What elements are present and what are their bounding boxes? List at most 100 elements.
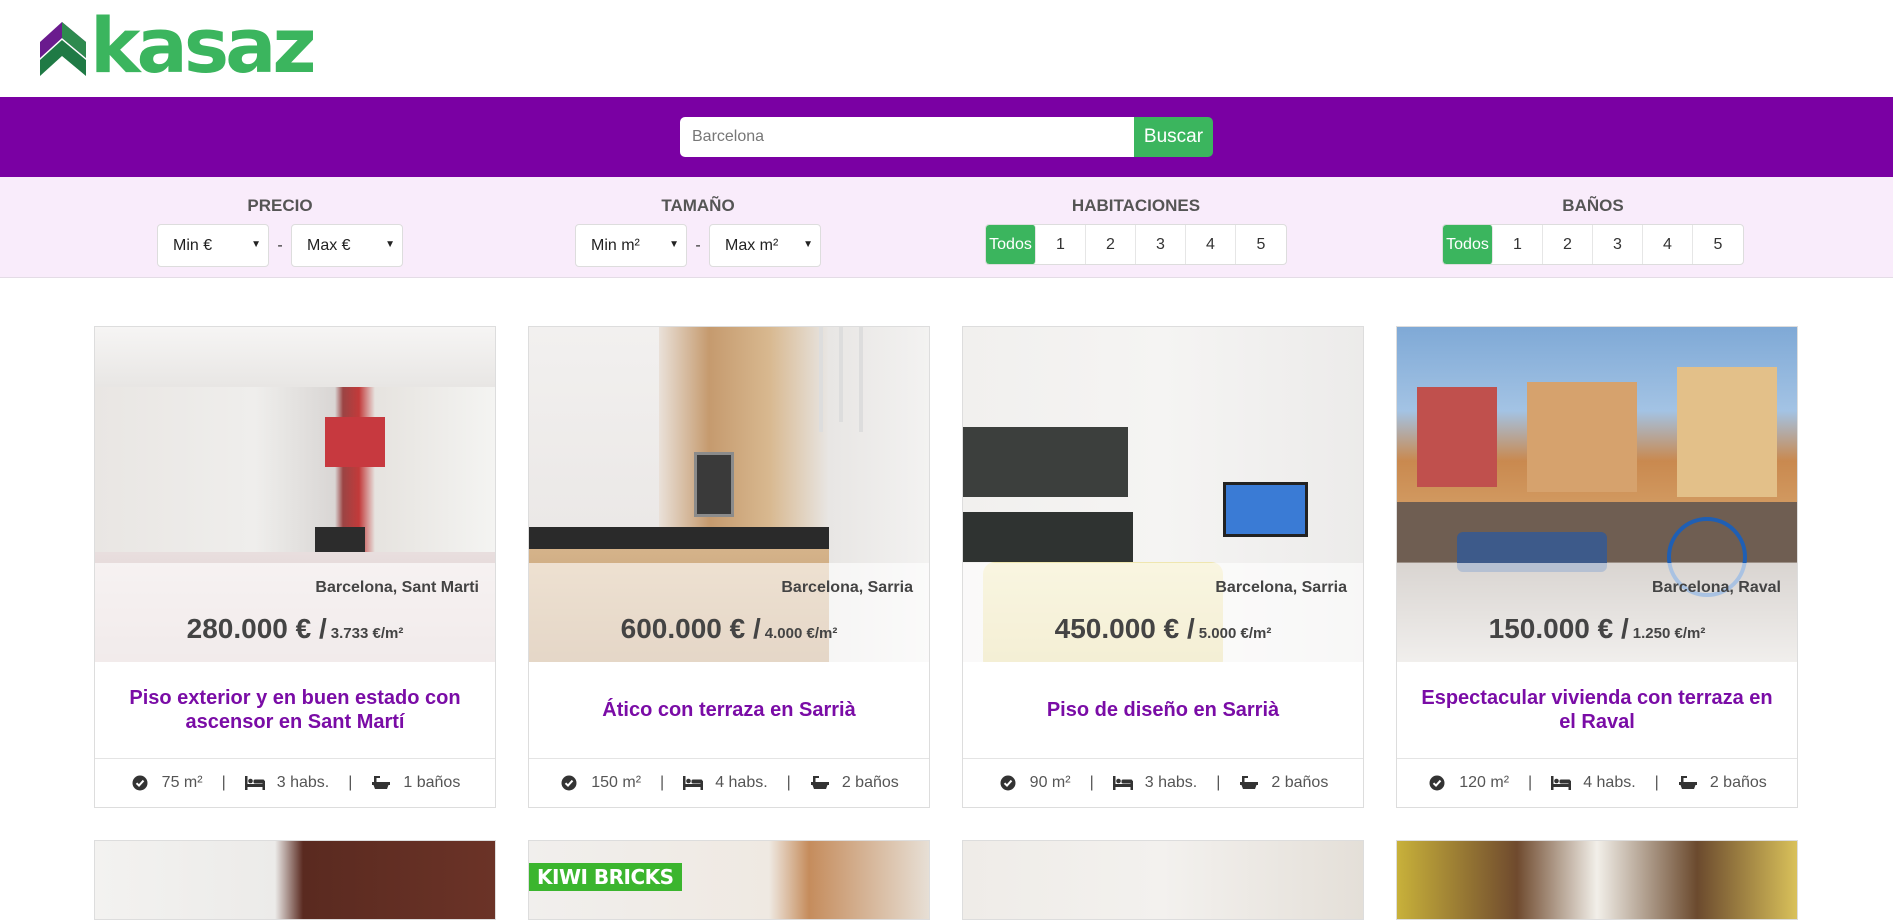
feature-separator: | — [221, 774, 226, 791]
listing-location: Barcelona, Sant Marti — [315, 579, 479, 596]
listing-price-block: 600.000 € /4.000 €/m² — [529, 613, 929, 645]
listing-rooms: 3 habs. — [1144, 774, 1198, 791]
feature-separator: | — [348, 774, 353, 791]
feature-separator: | — [1654, 774, 1659, 791]
range-separator: - — [695, 236, 701, 254]
banos-option-4[interactable]: 4 — [1643, 225, 1693, 264]
listing-rooms: 4 habs. — [1583, 774, 1636, 791]
search-input[interactable] — [680, 117, 1134, 157]
habitaciones-option-2[interactable]: 2 — [1086, 225, 1136, 264]
feature-separator: | — [1528, 774, 1533, 791]
listing-card[interactable]: Barcelona, Sarria 600.000 € /4.000 €/m² … — [528, 326, 930, 808]
listing-size: 75 m² — [161, 774, 203, 791]
caret-down-icon: ▼ — [669, 239, 679, 250]
bathtub-icon — [1678, 775, 1698, 791]
listing-rooms: 3 habs. — [276, 774, 330, 791]
search-box: Buscar — [680, 117, 1213, 157]
listing-card-partial[interactable] — [94, 840, 496, 920]
tamano-max-select[interactable]: Max m² ▼ — [709, 224, 821, 267]
filter-precio: PRECIO Min € ▼ - Max € ▼ — [157, 193, 403, 267]
filter-habitaciones-label: HABITACIONES — [1071, 196, 1201, 215]
listing-overlay: Barcelona, Sarria 450.000 € /5.000 €/m² — [963, 563, 1363, 662]
banos-option-todos[interactable]: Todos — [1443, 225, 1493, 264]
listing-location: Barcelona, Raval — [1652, 579, 1781, 596]
check-circle-icon — [998, 775, 1018, 791]
listing-price: 150.000 € / — [1488, 613, 1629, 644]
listing-features: 120 m² | 4 habs. | 2 baños — [1397, 759, 1797, 807]
listing-overlay: Barcelona, Sant Marti 280.000 € /3.733 €… — [95, 563, 495, 662]
listing-card[interactable]: Barcelona, Sant Marti 280.000 € /3.733 €… — [94, 326, 496, 808]
habitaciones-option-todos[interactable]: Todos — [986, 225, 1036, 264]
listing-location: Barcelona, Sarria — [781, 579, 913, 596]
kiwi-bricks-badge: KIWI BRICKS — [529, 863, 682, 891]
tamano-max-value: Max m² — [725, 236, 779, 254]
listing-title[interactable]: Piso de diseño en Sarrià — [963, 662, 1363, 759]
banos-button-group: Todos 1 2 3 4 5 — [1442, 224, 1744, 265]
listing-features: 150 m² | 4 habs. | 2 baños — [529, 759, 929, 807]
listing-card-partial[interactable] — [1396, 840, 1798, 920]
listing-title[interactable]: Espectacular vivienda con terraza en el … — [1397, 662, 1797, 759]
listing-size: 150 m² — [591, 774, 642, 791]
listing-price: 450.000 € / — [1054, 613, 1195, 644]
listing-size: 120 m² — [1459, 774, 1510, 791]
listing-price-block: 450.000 € /5.000 €/m² — [963, 613, 1363, 645]
listing-price: 280.000 € / — [186, 613, 327, 644]
listing-card-partial[interactable] — [962, 840, 1364, 920]
listing-rooms: 4 habs. — [715, 774, 768, 791]
precio-min-select[interactable]: Min € ▼ — [157, 224, 269, 267]
listing-price-m2: 1.250 €/m² — [1632, 625, 1706, 642]
listing-photo[interactable]: Barcelona, Sant Marti 280.000 € /3.733 €… — [95, 327, 495, 662]
banos-option-1[interactable]: 1 — [1493, 225, 1543, 264]
precio-max-select[interactable]: Max € ▼ — [291, 224, 403, 267]
bed-icon — [1551, 775, 1572, 791]
bathtub-icon — [1239, 775, 1259, 791]
site-header: kasaz — [0, 0, 1893, 97]
caret-down-icon: ▼ — [385, 239, 395, 250]
listing-card[interactable]: Barcelona, Sarria 450.000 € /5.000 €/m² … — [962, 326, 1364, 808]
habitaciones-option-5[interactable]: 5 — [1236, 225, 1286, 264]
bed-icon — [244, 775, 265, 791]
filters-bar: PRECIO Min € ▼ - Max € ▼ TAMAÑO Min m² ▼… — [0, 177, 1893, 278]
tamano-min-value: Min m² — [591, 236, 640, 254]
range-separator: - — [277, 236, 283, 254]
listing-photo[interactable]: Barcelona, Sarria 600.000 € /4.000 €/m² — [529, 327, 929, 662]
habitaciones-option-3[interactable]: 3 — [1136, 225, 1186, 264]
kasaz-logo[interactable]: kasaz — [40, 1, 317, 90]
caret-down-icon: ▼ — [803, 239, 813, 250]
precio-max-value: Max € — [307, 236, 351, 254]
listing-price-m2: 4.000 €/m² — [764, 625, 838, 642]
banos-option-5[interactable]: 5 — [1693, 225, 1743, 264]
check-circle-icon — [559, 775, 579, 791]
tamano-min-select[interactable]: Min m² ▼ — [575, 224, 687, 267]
listing-title[interactable]: Piso exterior y en buen estado con ascen… — [95, 662, 495, 759]
listing-baths: 2 baños — [1709, 774, 1767, 791]
filter-precio-label: PRECIO — [247, 196, 313, 215]
listing-card-partial[interactable]: KIWI BRICKS — [528, 840, 930, 920]
search-bar: Buscar — [0, 97, 1893, 177]
banos-option-2[interactable]: 2 — [1543, 225, 1593, 264]
listing-photo[interactable]: Barcelona, Sarria 450.000 € /5.000 €/m² — [963, 327, 1363, 662]
listing-baths: 1 baños — [403, 774, 461, 791]
filter-habitaciones: HABITACIONES Todos 1 2 3 4 5 — [985, 193, 1287, 265]
listing-card[interactable]: Barcelona, Raval 150.000 € /1.250 €/m² E… — [1396, 326, 1798, 808]
bed-icon — [1112, 775, 1133, 791]
filter-tamano: TAMAÑO Min m² ▼ - Max m² ▼ — [575, 193, 821, 267]
feature-separator: | — [660, 774, 665, 791]
listing-title[interactable]: Ático con terraza en Sarrià — [529, 662, 929, 759]
search-button[interactable]: Buscar — [1134, 117, 1213, 157]
logo-text: kasaz — [90, 1, 317, 90]
habitaciones-button-group: Todos 1 2 3 4 5 — [985, 224, 1287, 265]
listing-photo[interactable]: Barcelona, Raval 150.000 € /1.250 €/m² — [1397, 327, 1797, 662]
habitaciones-option-4[interactable]: 4 — [1186, 225, 1236, 264]
filter-tamano-label: TAMAÑO — [661, 196, 735, 215]
listing-location: Barcelona, Sarria — [1215, 579, 1347, 596]
listing-price-block: 280.000 € /3.733 €/m² — [95, 613, 495, 645]
habitaciones-option-1[interactable]: 1 — [1036, 225, 1086, 264]
check-circle-icon — [130, 775, 150, 791]
listing-overlay: Barcelona, Sarria 600.000 € /4.000 €/m² — [529, 563, 929, 662]
listing-price-block: 150.000 € /1.250 €/m² — [1397, 613, 1797, 645]
listing-overlay: Barcelona, Raval 150.000 € /1.250 €/m² — [1397, 563, 1797, 662]
banos-option-3[interactable]: 3 — [1593, 225, 1643, 264]
filter-banos: BAÑOS Todos 1 2 3 4 5 — [1442, 193, 1744, 265]
bed-icon — [683, 775, 704, 791]
